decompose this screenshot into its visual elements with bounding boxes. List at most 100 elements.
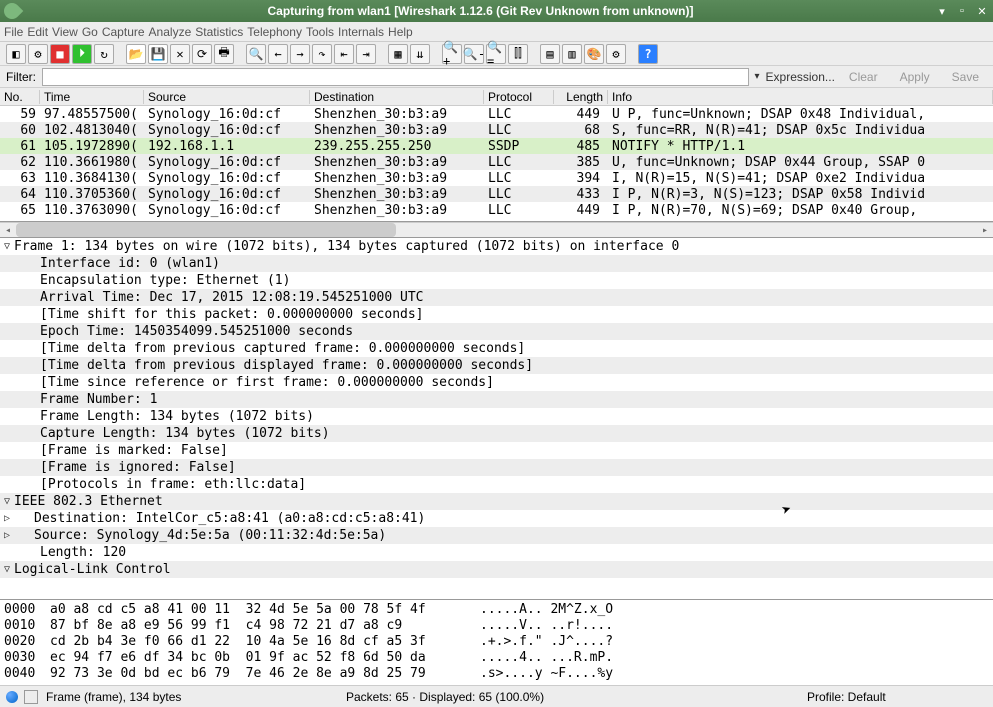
detail-row[interactable]: Frame 1: 134 bytes on wire (1072 bits), … bbox=[0, 238, 993, 255]
hex-row[interactable]: 001087 bf 8e a8 e9 56 99 f1 c4 98 72 21 … bbox=[4, 618, 989, 634]
packet-row[interactable]: 61105.1972890(192.168.1.1239.255.255.250… bbox=[0, 138, 993, 154]
next-icon[interactable]: → bbox=[290, 44, 310, 64]
capture-comment-icon[interactable] bbox=[24, 690, 38, 704]
zoom-out-icon[interactable]: 🔍- bbox=[464, 44, 484, 64]
col-header-length[interactable]: Length bbox=[554, 90, 608, 104]
zoom-in-icon[interactable]: 🔍+ bbox=[442, 44, 462, 64]
detail-row[interactable]: Length: 120 bbox=[0, 544, 993, 561]
print-icon[interactable]: 🖶 bbox=[214, 44, 234, 64]
prev-icon[interactable]: ← bbox=[268, 44, 288, 64]
packet-row[interactable]: 65110.3763090(Synology_16:0d:cfShenzhen_… bbox=[0, 202, 993, 218]
detail-row[interactable]: Arrival Time: Dec 17, 2015 12:08:19.5452… bbox=[0, 289, 993, 306]
menu-file[interactable]: File bbox=[2, 25, 25, 39]
expand-icon[interactable] bbox=[4, 496, 14, 507]
menu-telephony[interactable]: Telephony bbox=[245, 25, 304, 39]
autoscroll-icon[interactable]: ⇊ bbox=[410, 44, 430, 64]
scroll-right-icon[interactable]: ▸ bbox=[977, 225, 993, 236]
detail-row[interactable]: Interface id: 0 (wlan1) bbox=[0, 255, 993, 272]
maximize-button[interactable]: ▫ bbox=[955, 4, 969, 18]
detail-row[interactable]: Source: Synology_4d:5e:5a (00:11:32:4d:5… bbox=[0, 527, 993, 544]
menu-view[interactable]: View bbox=[50, 25, 80, 39]
col-header-time[interactable]: Time bbox=[40, 90, 144, 104]
minimize-button[interactable]: ▾ bbox=[935, 4, 949, 18]
col-header-info[interactable]: Info bbox=[608, 90, 993, 104]
hex-row[interactable]: 0000a0 a8 cd c5 a8 41 00 11 32 4d 5e 5a … bbox=[4, 602, 989, 618]
packet-row[interactable]: 60102.4813040(Synology_16:0d:cfShenzhen_… bbox=[0, 122, 993, 138]
col-header-no[interactable]: No. bbox=[0, 90, 40, 104]
detail-row[interactable]: Epoch Time: 1450354099.545251000 seconds bbox=[0, 323, 993, 340]
scroll-thumb[interactable] bbox=[16, 223, 396, 237]
stop-capture-icon[interactable]: ■ bbox=[50, 44, 70, 64]
scroll-track[interactable] bbox=[16, 223, 977, 237]
packet-list-hscroll[interactable]: ◂ ▸ bbox=[0, 222, 993, 238]
start-capture-icon[interactable]: ⏵ bbox=[72, 44, 92, 64]
detail-row[interactable]: IEEE 802.3 Ethernet bbox=[0, 493, 993, 510]
colorize-icon[interactable]: ▦ bbox=[388, 44, 408, 64]
menu-analyze[interactable]: Analyze bbox=[147, 25, 194, 39]
packet-row[interactable]: 63110.3684130(Synology_16:0d:cfShenzhen_… bbox=[0, 170, 993, 186]
find-icon[interactable]: 🔍 bbox=[246, 44, 266, 64]
interfaces-icon[interactable]: ◧ bbox=[6, 44, 26, 64]
preferences-icon[interactable]: ⚙ bbox=[606, 44, 626, 64]
close-file-icon[interactable]: ✕ bbox=[170, 44, 190, 64]
detail-row[interactable]: Logical-Link Control bbox=[0, 561, 993, 578]
clear-button[interactable]: Clear bbox=[841, 70, 886, 84]
save-button[interactable]: Save bbox=[944, 70, 987, 84]
menu-capture[interactable]: Capture bbox=[100, 25, 147, 39]
zoom-reset-icon[interactable]: 🔍= bbox=[486, 44, 506, 64]
menu-go[interactable]: Go bbox=[80, 25, 100, 39]
display-filter-icon[interactable]: ▥ bbox=[562, 44, 582, 64]
apply-button[interactable]: Apply bbox=[892, 70, 938, 84]
reload-icon[interactable]: ⟳ bbox=[192, 44, 212, 64]
packet-row[interactable]: 62110.3661980(Synology_16:0d:cfShenzhen_… bbox=[0, 154, 993, 170]
coloring-rules-icon[interactable]: 🎨 bbox=[584, 44, 604, 64]
scroll-left-icon[interactable]: ◂ bbox=[0, 225, 16, 236]
col-header-destination[interactable]: Destination bbox=[310, 90, 484, 104]
detail-row[interactable]: [Time shift for this packet: 0.000000000… bbox=[0, 306, 993, 323]
status-right[interactable]: Profile: Default bbox=[807, 690, 987, 704]
packet-row[interactable]: 64110.3705360(Synology_16:0d:cfShenzhen_… bbox=[0, 186, 993, 202]
detail-row[interactable]: [Time delta from previous displayed fram… bbox=[0, 357, 993, 374]
menu-help[interactable]: Help bbox=[386, 25, 415, 39]
restart-capture-icon[interactable]: ↻ bbox=[94, 44, 114, 64]
packet-row[interactable]: 5997.48557500(Synology_16:0d:cfShenzhen_… bbox=[0, 106, 993, 122]
detail-row[interactable]: [Frame is marked: False] bbox=[0, 442, 993, 459]
packet-details-pane[interactable]: Frame 1: 134 bytes on wire (1072 bits), … bbox=[0, 238, 993, 599]
expand-icon[interactable] bbox=[4, 241, 14, 252]
expand-icon[interactable] bbox=[4, 564, 14, 575]
menu-statistics[interactable]: Statistics bbox=[193, 25, 245, 39]
first-icon[interactable]: ⇤ bbox=[334, 44, 354, 64]
expression-button[interactable]: Expression... bbox=[766, 70, 835, 84]
menu-tools[interactable]: Tools bbox=[304, 25, 336, 39]
detail-row[interactable]: [Protocols in frame: eth:llc:data] bbox=[0, 476, 993, 493]
filter-input[interactable] bbox=[42, 68, 749, 86]
col-header-source[interactable]: Source bbox=[144, 90, 310, 104]
col-header-protocol[interactable]: Protocol bbox=[484, 90, 554, 104]
open-file-icon[interactable]: 📂 bbox=[126, 44, 146, 64]
capture-filter-icon[interactable]: ▤ bbox=[540, 44, 560, 64]
filter-dropdown-icon[interactable]: ▾ bbox=[755, 71, 760, 82]
goto-icon[interactable]: ↷ bbox=[312, 44, 332, 64]
detail-row[interactable]: [Time since reference or first frame: 0.… bbox=[0, 374, 993, 391]
expert-info-icon[interactable] bbox=[6, 691, 18, 703]
last-icon[interactable]: ⇥ bbox=[356, 44, 376, 64]
resize-columns-icon[interactable]: ⫿⫿ bbox=[508, 44, 528, 64]
detail-row[interactable]: [Frame is ignored: False] bbox=[0, 459, 993, 476]
detail-row[interactable]: Frame Number: 1 bbox=[0, 391, 993, 408]
options-icon[interactable]: ⚙ bbox=[28, 44, 48, 64]
hex-row[interactable]: 0030ec 94 f7 e6 df 34 bc 0b 01 9f ac 52 … bbox=[4, 650, 989, 666]
help-icon[interactable]: ? bbox=[638, 44, 658, 64]
expand-icon[interactable] bbox=[4, 530, 14, 541]
hex-row[interactable]: 0020cd 2b b4 3e f0 66 d1 22 10 4a 5e 16 … bbox=[4, 634, 989, 650]
expand-icon[interactable] bbox=[4, 513, 14, 524]
detail-row[interactable]: Frame Length: 134 bytes (1072 bits) bbox=[0, 408, 993, 425]
packet-bytes-pane[interactable]: 0000a0 a8 cd c5 a8 41 00 11 32 4d 5e 5a … bbox=[0, 599, 993, 685]
menu-internals[interactable]: Internals bbox=[336, 25, 386, 39]
detail-row[interactable]: [Time delta from previous captured frame… bbox=[0, 340, 993, 357]
detail-row[interactable]: Encapsulation type: Ethernet (1) bbox=[0, 272, 993, 289]
hex-row[interactable]: 004092 73 3e 0d bd ec b6 79 7e 46 2e 8e … bbox=[4, 666, 989, 682]
detail-row[interactable]: Destination: IntelCor_c5:a8:41 (a0:a8:cd… bbox=[0, 510, 993, 527]
packet-rows[interactable]: 5997.48557500(Synology_16:0d:cfShenzhen_… bbox=[0, 106, 993, 218]
detail-row[interactable]: Capture Length: 134 bytes (1072 bits) bbox=[0, 425, 993, 442]
menu-edit[interactable]: Edit bbox=[25, 25, 50, 39]
